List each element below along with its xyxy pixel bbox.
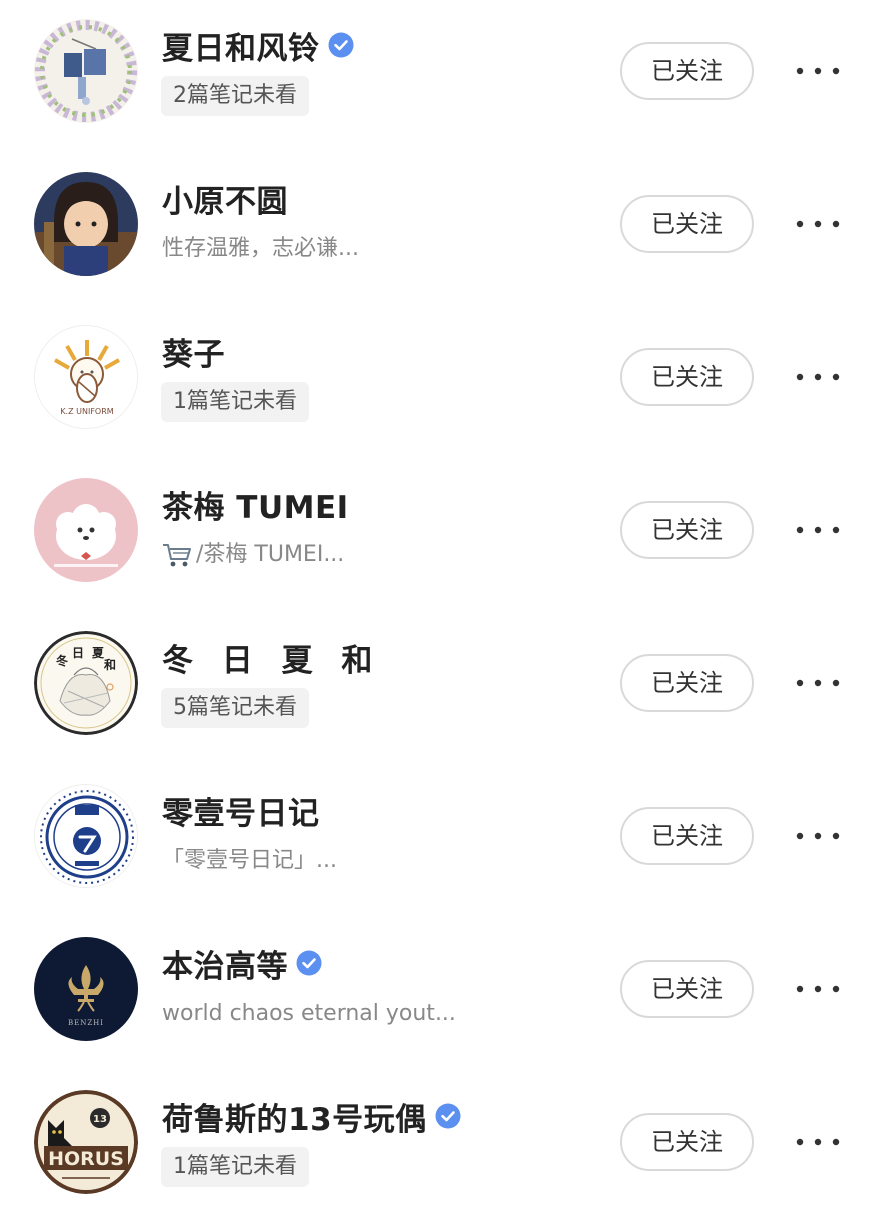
user-name: 零壹号日记 xyxy=(162,795,320,832)
verified-icon xyxy=(296,950,322,976)
more-options-icon[interactable] xyxy=(790,821,846,851)
user-bio-text: 「零壹号日记」... xyxy=(162,848,337,873)
user-row[interactable]: 夏日和风铃 2篇笔记未看 已关注 xyxy=(0,0,878,153)
more-options-icon[interactable] xyxy=(790,56,846,86)
fluffy-dog-avatar[interactable] xyxy=(34,478,138,582)
avatar-text-char: 冬 xyxy=(56,653,68,668)
horus-cat-avatar[interactable]: 13 HORUS xyxy=(34,1090,138,1194)
user-bio-text: 性存温雅，志必谦... xyxy=(162,236,359,261)
user-name-line: 零壹号日记 xyxy=(162,787,320,833)
avatar-text-char: 日 xyxy=(72,646,84,660)
following-button[interactable]: 已关注 xyxy=(620,501,754,559)
user-name-line: 小原不圆 xyxy=(162,175,288,221)
user-bio: 「零壹号日记」... xyxy=(162,845,337,877)
user-row[interactable]: 冬 日 夏 和 冬 日 夏 和 5篇笔记未看 已关注 xyxy=(0,612,878,765)
following-button[interactable]: 已关注 xyxy=(620,195,754,253)
more-options-icon[interactable] xyxy=(790,974,846,1004)
avatar-logo-text: BENZHI xyxy=(68,1019,104,1027)
more-options-icon[interactable] xyxy=(790,1127,846,1157)
user-name-line: 葵子 xyxy=(162,328,225,374)
girl-portrait-avatar[interactable] xyxy=(34,172,138,276)
user-bio-text: world chaos eternal yout... xyxy=(162,1001,456,1026)
user-name: 本治高等 xyxy=(162,948,288,985)
user-bio: world chaos eternal yout... xyxy=(162,998,456,1030)
user-name: 葵子 xyxy=(162,336,225,373)
avatar-number-text: 13 xyxy=(93,1114,107,1125)
avatar-logo-text: K.Z UNIFORM xyxy=(60,407,113,416)
user-name: 茶梅 TUMEI xyxy=(162,489,349,526)
user-name-line: 本治高等 xyxy=(162,940,322,986)
following-list: 夏日和风铃 2篇笔记未看 已关注 小原不圆 性存温雅，志必谦... 已关注 K.… xyxy=(0,0,878,1200)
more-options-icon[interactable] xyxy=(790,362,846,392)
user-name: 荷鲁斯的13号玩偶 xyxy=(162,1101,427,1138)
shopping-cart-icon xyxy=(162,542,192,568)
avatar-logo-text: HORUS xyxy=(48,1148,124,1170)
fleur-de-lis-avatar[interactable]: BENZHI xyxy=(34,937,138,1041)
user-row[interactable]: BENZHI 本治高等 world chaos eternal yout... … xyxy=(0,918,878,1071)
wind-chime-avatar[interactable] xyxy=(34,19,138,123)
user-name-line: 荷鲁斯的13号玩偶 xyxy=(162,1093,461,1139)
following-button[interactable]: 已关注 xyxy=(620,807,754,865)
avatar-text-char: 和 xyxy=(103,657,116,672)
following-button[interactable]: 已关注 xyxy=(620,960,754,1018)
following-button[interactable]: 已关注 xyxy=(620,1113,754,1171)
user-row[interactable]: 13 HORUS 荷鲁斯的13号玩偶 1篇笔记未看 已关注 xyxy=(0,1071,878,1224)
following-button[interactable]: 已关注 xyxy=(620,42,754,100)
unread-notes-badge: 2篇笔记未看 xyxy=(161,76,309,116)
more-options-icon[interactable] xyxy=(790,209,846,239)
following-button[interactable]: 已关注 xyxy=(620,348,754,406)
user-name: 冬 日 夏 和 xyxy=(162,642,382,679)
user-row[interactable]: 零壹号日记 「零壹号日记」... 已关注 xyxy=(0,765,878,918)
following-button[interactable]: 已关注 xyxy=(620,654,754,712)
verified-icon xyxy=(328,32,354,58)
unread-notes-badge: 5篇笔记未看 xyxy=(161,688,309,728)
user-name: 夏日和风铃 xyxy=(162,30,320,67)
user-name-line: 冬 日 夏 和 xyxy=(162,634,381,680)
user-row[interactable]: 小原不圆 性存温雅，志必谦... 已关注 xyxy=(0,153,878,306)
user-row[interactable]: K.Z UNIFORM 葵子 1篇笔记未看 已关注 xyxy=(0,306,878,459)
user-bio: 性存温雅，志必谦... xyxy=(162,233,359,265)
user-name-line: 夏日和风铃 xyxy=(162,22,354,68)
user-bio-text: /茶梅 TUMEI... xyxy=(196,542,345,567)
user-bio: /茶梅 TUMEI... xyxy=(162,539,344,571)
user-name: 小原不圆 xyxy=(162,183,288,220)
more-options-icon[interactable] xyxy=(790,668,846,698)
unread-notes-badge: 1篇笔记未看 xyxy=(161,382,309,422)
k-z-uniform-logo-avatar[interactable]: K.Z UNIFORM xyxy=(34,325,138,429)
emblem-logo-avatar[interactable] xyxy=(34,784,138,888)
more-options-icon[interactable] xyxy=(790,515,846,545)
unread-notes-badge: 1篇笔记未看 xyxy=(161,1147,309,1187)
verified-icon xyxy=(435,1103,461,1129)
user-name-line: 茶梅 TUMEI xyxy=(162,481,349,527)
user-row[interactable]: 茶梅 TUMEI /茶梅 TUMEI... 已关注 xyxy=(0,459,878,612)
sketch-girl-avatar[interactable]: 冬 日 夏 和 xyxy=(34,631,138,735)
